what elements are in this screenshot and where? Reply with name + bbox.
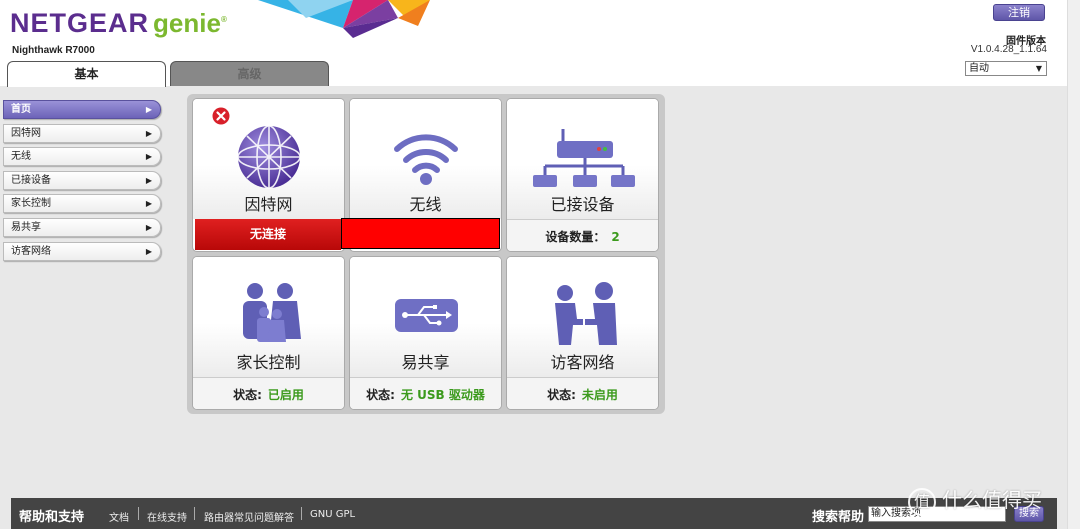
footer-separator xyxy=(138,507,139,520)
tab-basic[interactable]: 基本 xyxy=(7,61,166,87)
sidebar-item-label: 访客网络 xyxy=(11,245,51,257)
internet-status-alert: 无连接 xyxy=(195,219,341,250)
sidebar-item-label: 家长控制 xyxy=(11,198,51,210)
parental-status-value: 已启用 xyxy=(267,388,304,402)
sidebar-item-internet[interactable]: 因特网 ▶ xyxy=(3,123,161,143)
logo-product: genie xyxy=(153,8,221,38)
error-x-icon xyxy=(212,107,230,125)
link-gnu-gpl[interactable]: GNU GPL xyxy=(310,509,355,520)
readyshare-status-value: 无 USB 驱动器 xyxy=(400,388,485,402)
sidebar-item-label: 已接设备 xyxy=(11,174,51,186)
footer-separator xyxy=(301,507,302,520)
header: NETGEAR genie® Nighthawk R7000 基本 高级 注销 固… xyxy=(0,0,1080,87)
decorative-triangles-graphic xyxy=(258,0,430,38)
dropdown-arrow-icon: ▼ xyxy=(1035,64,1042,73)
help-support-title: 帮助和支持 xyxy=(19,510,85,525)
page-scrollbar[interactable] xyxy=(1067,0,1080,529)
search-help-label: 搜索帮助 xyxy=(812,510,865,525)
language-select[interactable]: 自动 ▼ xyxy=(965,61,1047,76)
tile-parental-name: 家长控制 xyxy=(236,353,301,372)
usb-icon xyxy=(395,299,458,332)
arrow-right-icon: ▶ xyxy=(145,152,152,162)
tile-devices-status: 设备数量： 2 xyxy=(507,219,658,251)
arrow-right-icon: ▶ xyxy=(145,175,152,185)
logo-brand: NETGEAR xyxy=(10,8,150,38)
tile-guest-status: 状态: 未启用 xyxy=(507,377,658,409)
tile-readyshare-name: 易共享 xyxy=(401,353,450,372)
sidebar-item-wireless[interactable]: 无线 ▶ xyxy=(3,147,161,167)
sidebar-item-label: 无线 xyxy=(11,151,31,163)
tile-parental-controls[interactable]: 家长控制 状态: 已启用 xyxy=(192,256,345,410)
tab-advanced[interactable]: 高级 xyxy=(170,61,329,86)
sidebar-item-label: 首页 xyxy=(11,104,31,115)
dashboard-grid: 因特网 无线 已接设备 设备数量： 2 家长控制 状态: 已启用 易共享 状态:… xyxy=(187,94,665,414)
sidebar-item-home[interactable]: 首页 ▶ xyxy=(3,100,161,119)
footer-separator xyxy=(194,507,195,520)
trademark-mark: ® xyxy=(220,15,228,24)
sidebar-item-label: 易共享 xyxy=(11,221,41,233)
watermark-text: 什么值得买 xyxy=(942,488,1042,512)
tile-devices-name: 已接设备 xyxy=(550,195,615,214)
arrow-right-icon: ▶ xyxy=(145,105,152,114)
device-count-label: 设备数量： xyxy=(545,230,606,244)
tile-readyshare-status: 状态: 无 USB 驱动器 xyxy=(350,377,501,409)
tile-guest-network[interactable]: 访客网络 状态: 未启用 xyxy=(506,256,659,410)
arrow-right-icon: ▶ xyxy=(145,222,152,232)
router-model: Nighthawk R7000 xyxy=(12,45,95,56)
arrow-right-icon: ▶ xyxy=(145,246,152,256)
device-count-value: 2 xyxy=(611,230,620,244)
parental-status-label: 状态: xyxy=(233,388,262,402)
firmware-version: V1.0.4.28_1.1.64 xyxy=(970,44,1047,55)
link-documentation[interactable]: 文档 xyxy=(109,509,129,524)
sidebar-item-attached-devices[interactable]: 已接设备 ▶ xyxy=(3,170,161,190)
link-router-faq[interactable]: 路由器常见问题解答 xyxy=(204,509,294,524)
logout-button[interactable]: 注销 xyxy=(993,4,1045,21)
watermark-smzdm: 值什么值得买 xyxy=(908,484,1042,516)
netgear-genie-logo: NETGEAR genie® xyxy=(10,8,228,39)
sidebar-item-parental-controls[interactable]: 家长控制 ▶ xyxy=(3,194,161,214)
language-selected-value: 自动 xyxy=(969,63,989,74)
link-online-support[interactable]: 在线支持 xyxy=(147,509,187,524)
readyshare-status-label: 状态: xyxy=(366,388,395,402)
guest-handshake-icon xyxy=(555,282,617,345)
sidebar-menu: 首页 ▶ 因特网 ▶ 无线 ▶ 已接设备 ▶ 家长控制 ▶ 易共享 ▶ 访客网络 ▶ xyxy=(3,100,161,265)
network-devices-icon xyxy=(533,129,635,187)
sidebar-item-guest-network[interactable]: 访客网络 ▶ xyxy=(3,241,161,261)
guest-status-label: 状态: xyxy=(547,388,576,402)
arrow-right-icon: ▶ xyxy=(145,128,152,138)
arrow-right-icon: ▶ xyxy=(145,199,152,209)
tile-parental-status: 状态: 已启用 xyxy=(193,377,344,409)
guest-status-value: 未启用 xyxy=(581,388,618,402)
sidebar-item-label: 因特网 xyxy=(11,127,41,139)
tile-readyshare[interactable]: 易共享 状态: 无 USB 驱动器 xyxy=(349,256,502,410)
tile-wireless-name: 无线 xyxy=(409,195,442,214)
tile-guest-name: 访客网络 xyxy=(550,353,615,372)
tile-internet-name: 因特网 xyxy=(244,195,293,214)
wifi-icon xyxy=(394,134,458,185)
watermark-logo-icon: 值 xyxy=(908,487,936,516)
tile-attached-devices[interactable]: 已接设备 设备数量： 2 xyxy=(506,98,659,252)
sidebar-item-readyshare[interactable]: 易共享 ▶ xyxy=(3,217,161,237)
redaction-block xyxy=(341,218,500,249)
footer-bar: 帮助和支持 文档 在线支持 路由器常见问题解答 GNU GPL 搜索帮助 输入搜… xyxy=(11,498,1057,529)
family-icon xyxy=(243,283,301,342)
